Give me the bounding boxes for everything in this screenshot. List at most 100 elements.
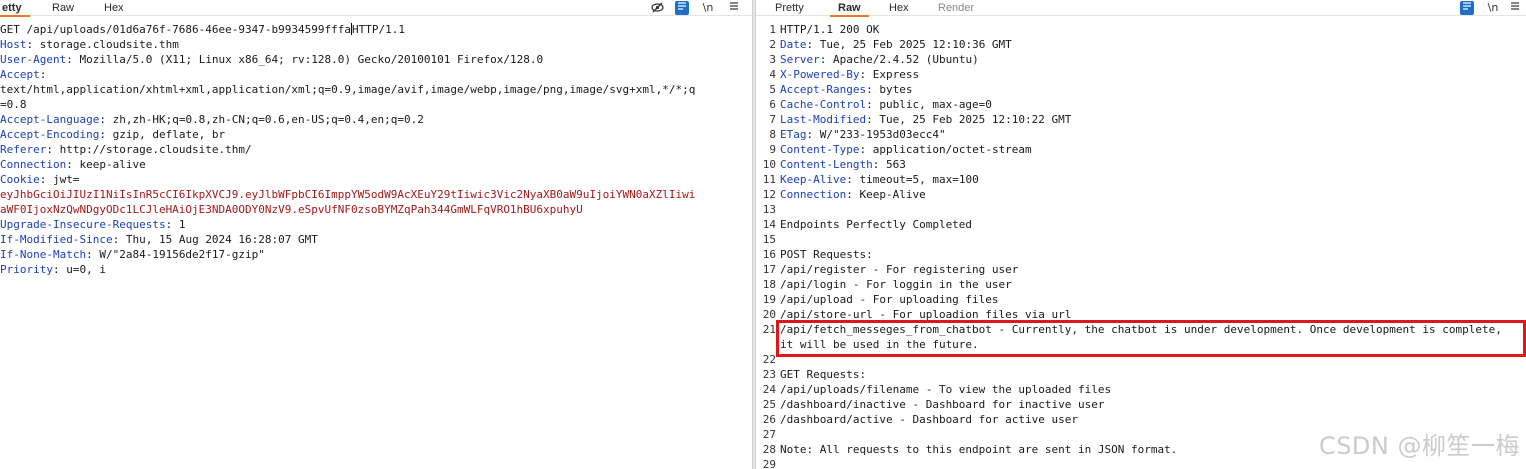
response-line: 18/api/login - For loggin in the user	[756, 277, 1526, 292]
line-number: 18	[762, 278, 776, 291]
response-line: 7 Last-Modified: Tue, 25 Feb 2025 12:10:2…	[756, 112, 1526, 127]
request-line: =0.8	[0, 97, 752, 112]
request-line: Cookie: jwt=	[0, 173, 80, 186]
line-number: 23	[762, 368, 776, 381]
request-line: If-None-Match: W/"2a84-19156de2f17-gzip"	[0, 248, 265, 261]
response-line: 1 HTTP/1.1 200 OK	[756, 22, 1526, 37]
response-text: Note: All requests to this endpoint are …	[780, 443, 1178, 456]
newline-icon[interactable]: \n	[1486, 1, 1500, 15]
line-number: 2	[769, 38, 776, 51]
line-number: 10	[762, 158, 776, 171]
response-text: /api/login - For loggin in the user	[780, 278, 1012, 291]
response-text: Content-Type: application/octet-stream	[780, 143, 1032, 156]
tab-pretty[interactable]: Pretty	[773, 0, 806, 16]
line-number: 5	[769, 83, 776, 96]
header-name: Referer	[0, 143, 47, 156]
menu-icon[interactable]	[727, 1, 741, 15]
request-line: GET /api/uploads/01d6a76f-7686-46ee-9347…	[0, 22, 752, 37]
line-number: 28	[762, 443, 776, 456]
request-text: GET /api/uploads/01d6a76f-7686-46ee-9347…	[0, 23, 351, 36]
response-line: 4 X-Powered-By: Express	[756, 67, 1526, 82]
request-pane[interactable]: etty Raw Hex \n GET /api/uploads/01d6a76…	[0, 0, 752, 469]
request-line: Upgrade-Insecure-Requests: 1	[0, 218, 186, 231]
request-line: Referer: http://storage.cloudsite.thm/	[0, 143, 252, 156]
response-line: 12 Connection: Keep-Alive	[756, 187, 1526, 202]
response-text: /api/fetch_messeges_from_chatbot - Curre…	[780, 323, 1502, 351]
header-name: Keep-Alive	[780, 173, 847, 186]
header-name: Accept-Encoding	[0, 128, 100, 141]
header-value: gzip, deflate, br	[112, 128, 226, 141]
header-value: public, max-age=0	[879, 98, 992, 111]
request-line: Accept-Encoding: gzip, deflate, br	[0, 128, 226, 141]
header-value: Mozilla/5.0 (X11; Linux x86_64; rv:128.0…	[79, 53, 544, 66]
response-line: 19/api/upload - For uploading files	[756, 292, 1526, 307]
wrap-lines-icon[interactable]	[675, 1, 689, 15]
header-name: Content-Type	[780, 143, 860, 156]
response-text: Connection: Keep-Alive	[780, 188, 926, 201]
header-name: If-Modified-Since	[0, 233, 113, 246]
cookie-value: aWF0IjoxNzQwNDgyODc1LCJleHAiOjE3NDA0ODY0…	[0, 203, 583, 216]
header-value: storage.cloudsite.thm	[39, 38, 179, 51]
response-text: /dashboard/inactive - Dashboard for inac…	[780, 398, 1105, 411]
eye-slash-icon[interactable]	[650, 1, 664, 15]
response-line: 3 Server: Apache/2.4.52 (Ubuntu)	[756, 52, 1526, 67]
response-tabbar: Pretty Raw Hex Render \n	[756, 0, 1526, 17]
wrap-lines-icon[interactable]	[1460, 1, 1474, 15]
header-name: User-Agent	[0, 53, 67, 66]
header-value: Thu, 15 Aug 2024 16:28:07 GMT	[125, 233, 318, 246]
header-value: Tue, 25 Feb 2025 12:10:22 GMT	[879, 113, 1072, 126]
cookie-value: eyJhbGciOiJIUzI1NiIsInR5cCI6IkpXVCJ9.eyJ…	[0, 188, 696, 201]
line-number: 6	[769, 98, 776, 111]
response-text: ETag: W/"233-1953d03ecc4"	[780, 128, 946, 141]
response-text: /api/store-url - For uploadion files via…	[780, 308, 1072, 321]
menu-icon[interactable]	[1508, 1, 1522, 15]
tab-hex[interactable]: Hex	[887, 0, 911, 16]
header-value: u=0, i	[66, 263, 106, 276]
response-text: /dashboard/active - Dashboard for active…	[780, 413, 1079, 426]
header-name: Date	[780, 38, 807, 51]
line-number: 21	[762, 323, 776, 336]
response-pane[interactable]: Pretty Raw Hex Render \n 1 HTTP/1.1 200 O…	[756, 0, 1526, 469]
header-value: W/"233-1953d03ecc4"	[819, 128, 946, 141]
header-value: Express	[872, 68, 920, 81]
http-version: HTTP/1.1	[352, 23, 405, 36]
response-text: X-Powered-By: Express	[780, 68, 920, 81]
response-text: Endpoints Perfectly Completed	[780, 218, 973, 231]
tab-hex[interactable]: Hex	[102, 0, 126, 16]
response-line: 16 POST Requests:	[756, 247, 1526, 262]
newline-icon[interactable]: \n	[701, 1, 715, 15]
response-text: /api/upload - For uploading files	[780, 293, 999, 306]
header-name: Connection	[0, 158, 67, 171]
line-number: 27	[762, 428, 776, 441]
response-text: Date: Tue, 25 Feb 2025 12:10:36 GMT	[780, 38, 1012, 51]
response-text: GET Requests:	[780, 368, 867, 381]
line-number: 14	[762, 218, 776, 231]
tab-raw[interactable]: Raw	[830, 0, 869, 17]
response-text: Keep-Alive: timeout=5, max=100	[780, 173, 979, 186]
header-value: Apache/2.4.52 (Ubuntu)	[833, 53, 979, 66]
header-name: Accept	[0, 68, 40, 81]
line-number: 22	[762, 353, 776, 366]
header-value: bytes	[879, 83, 913, 96]
line-number: 17	[762, 263, 776, 276]
tab-pretty[interactable]: etty	[0, 0, 30, 17]
response-line: 22	[756, 352, 1526, 367]
response-editor[interactable]: 1 HTTP/1.1 200 OK 2 Date: Tue, 25 Feb 2025 …	[756, 22, 1526, 469]
line-number: 4	[769, 68, 776, 81]
request-line: Priority: u=0, i	[0, 263, 106, 276]
response-text: Content-Length: 563	[780, 158, 906, 171]
header-value: jwt=	[53, 173, 80, 186]
response-line: 17/api/register - For registering user	[756, 262, 1526, 277]
header-name: Cookie	[0, 173, 40, 186]
response-line: 21/api/fetch_messeges_from_chatbot - Cur…	[756, 322, 1526, 352]
header-value: http://storage.cloudsite.thm/	[59, 143, 252, 156]
request-editor[interactable]: GET /api/uploads/01d6a76f-7686-46ee-9347…	[0, 22, 752, 277]
header-value: application/octet-stream	[872, 143, 1032, 156]
response-line: 10 Content-Length: 563	[756, 157, 1526, 172]
tab-render[interactable]: Render	[936, 0, 976, 16]
tab-raw[interactable]: Raw	[50, 0, 76, 16]
response-line: 23 GET Requests:	[756, 367, 1526, 382]
line-number: 9	[769, 143, 776, 156]
response-line: 8 ETag: W/"233-1953d03ecc4"	[756, 127, 1526, 142]
line-number: 16	[762, 248, 776, 261]
